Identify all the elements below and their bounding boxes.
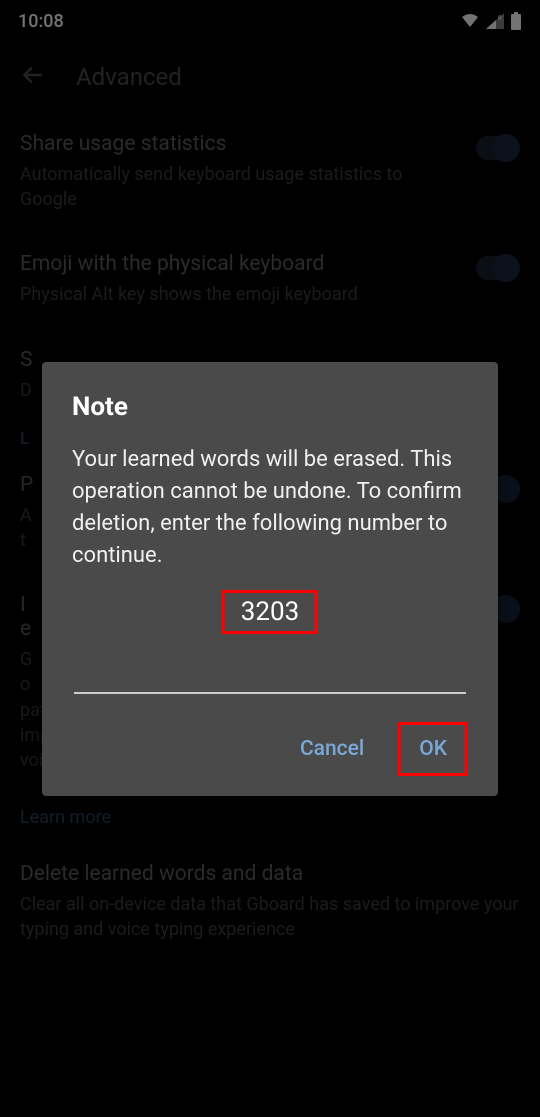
dialog-body: Your learned words will be erased. This … [72, 444, 468, 572]
cancel-button[interactable]: Cancel [288, 729, 376, 769]
confirm-number-input[interactable] [74, 660, 466, 694]
confirm-number: 3203 [222, 590, 318, 634]
ok-highlight: OK [398, 722, 468, 776]
confirm-dialog: Note Your learned words will be erased. … [42, 362, 498, 796]
dialog-actions: Cancel OK [72, 722, 468, 776]
ok-button[interactable]: OK [407, 729, 459, 769]
confirm-number-highlight: 3203 [72, 590, 468, 634]
dialog-title: Note [72, 392, 468, 422]
